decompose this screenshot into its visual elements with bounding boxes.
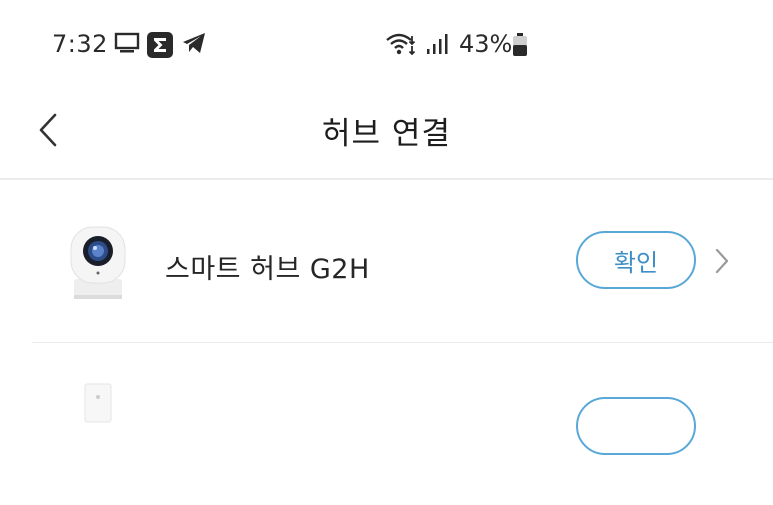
monitor-icon	[114, 32, 140, 58]
page-title: 허브 연결	[322, 116, 451, 152]
signal-icon	[426, 33, 450, 59]
header-divider	[0, 178, 773, 180]
confirm-button[interactable]	[576, 397, 696, 455]
telegram-icon	[182, 32, 206, 58]
wifi-icon	[385, 31, 417, 61]
battery-icon	[512, 33, 528, 61]
status-time: 7:32	[52, 30, 108, 58]
device-row-smart-hub-g2h[interactable]: 스마트 허브 G2H 확인	[0, 181, 773, 341]
row-divider	[32, 342, 773, 343]
confirm-button[interactable]: 확인	[576, 231, 696, 289]
app-header: 허브 연결	[0, 90, 773, 180]
camera-hub-image	[66, 221, 130, 305]
device-name: 스마트 허브 G2H	[165, 254, 370, 285]
battery-percent: 43%	[459, 30, 513, 58]
sigma-icon	[147, 32, 173, 62]
status-bar: 7:32 43%	[0, 0, 773, 90]
device-row-2[interactable]	[0, 345, 773, 505]
chevron-right-icon	[714, 247, 730, 279]
wall-switch-image	[84, 383, 112, 423]
